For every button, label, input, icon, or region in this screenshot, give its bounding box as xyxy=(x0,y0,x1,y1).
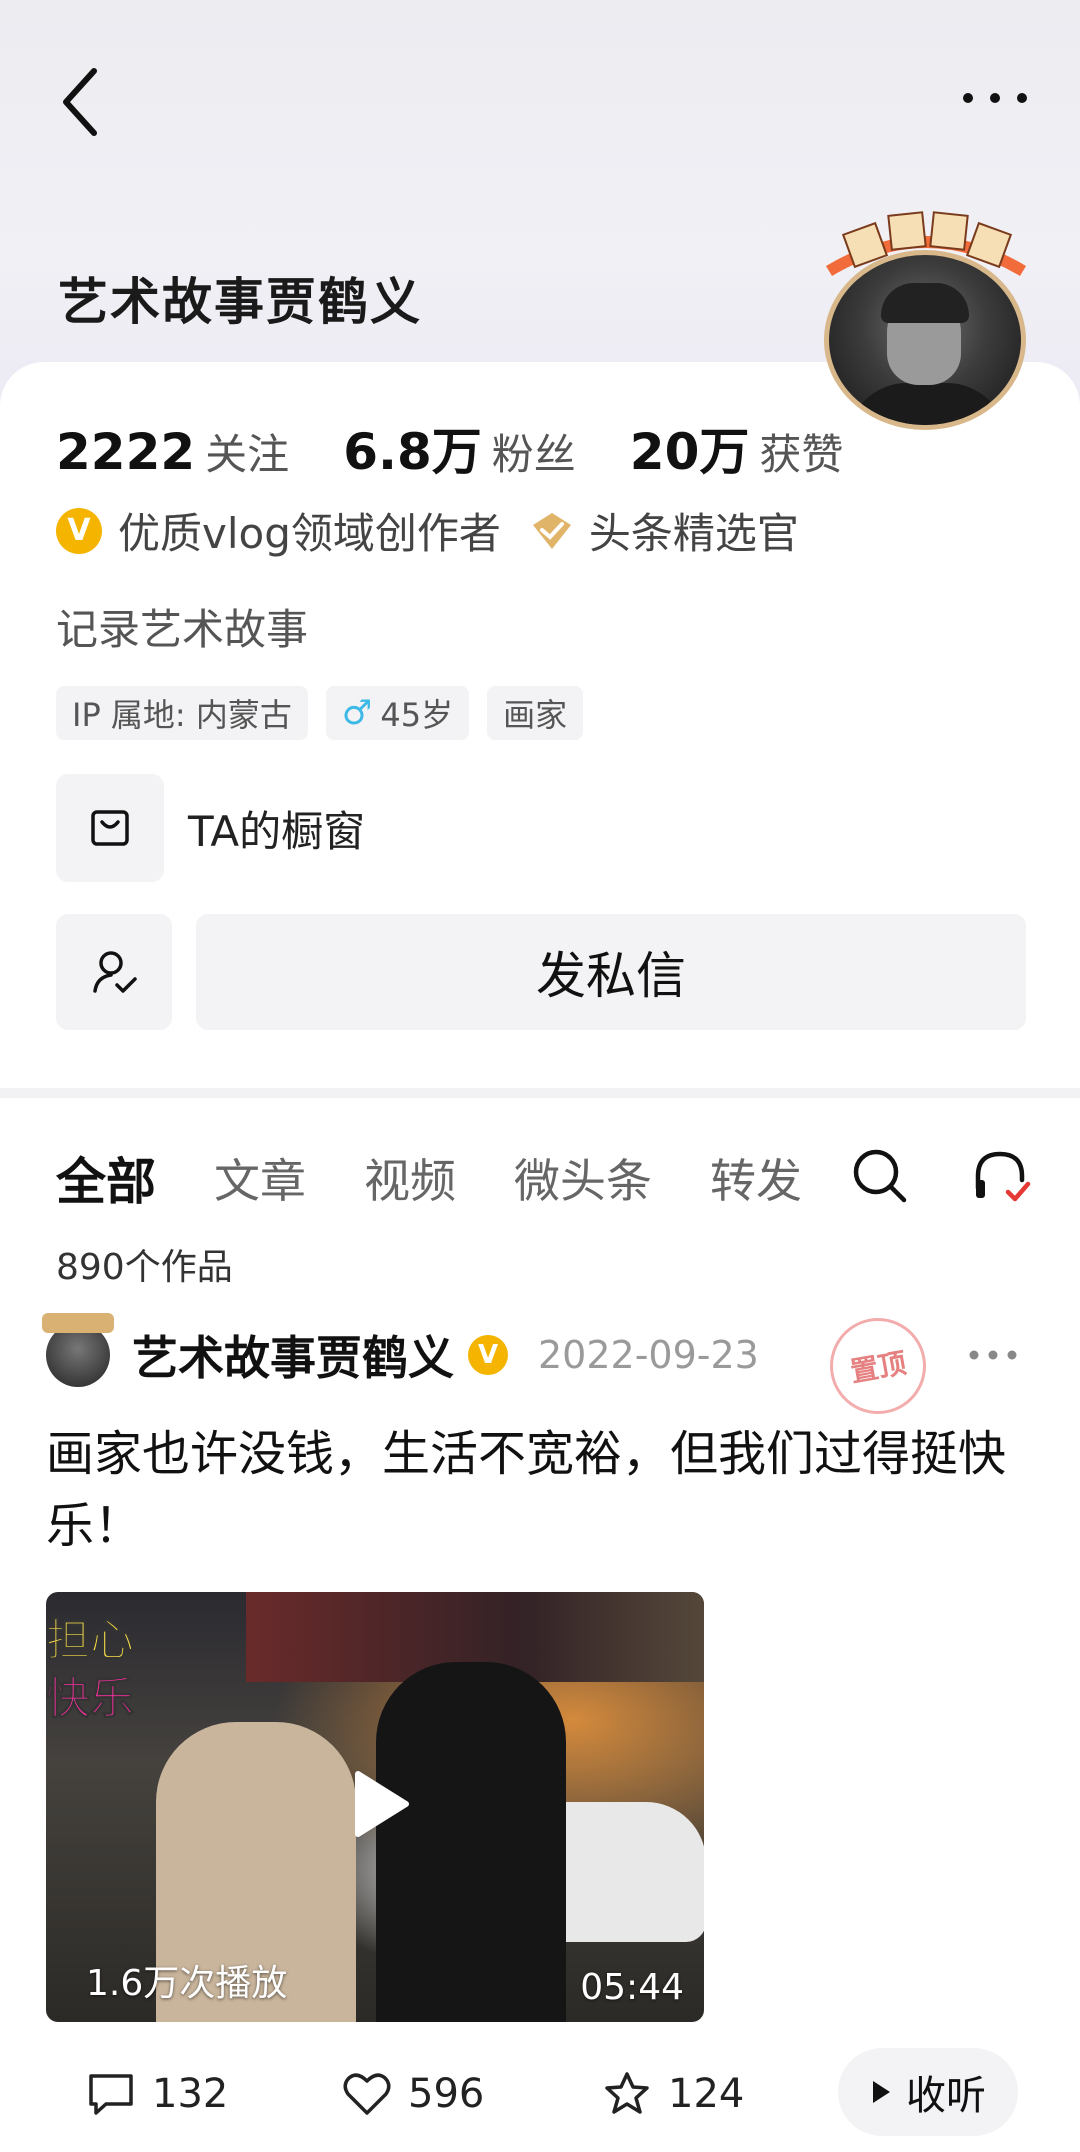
age-text: 45岁 xyxy=(380,696,454,734)
caption-line-1: 担心 xyxy=(46,1615,135,1667)
tab-videos[interactable]: 视频 xyxy=(364,1145,456,1211)
action-row: 发私信 xyxy=(56,914,1026,1030)
more-dots-icon xyxy=(969,1350,1017,1360)
more-options-button[interactable] xyxy=(950,78,1040,118)
age-chip: ♂ 45岁 xyxy=(325,686,470,740)
works-count: 890个作品 xyxy=(56,1247,233,1288)
video-play-count: 1.6万次播放 xyxy=(86,1963,288,2004)
info-chips: IP 属地: 内蒙古 ♂ 45岁 画家 xyxy=(56,686,584,740)
like-count: 596 xyxy=(408,2071,485,2117)
content-tabs: 全部 文章 视频 微头条 转发 xyxy=(56,1142,860,1214)
comment-count: 132 xyxy=(152,2071,229,2117)
shop-window-entry[interactable]: TA的橱窗 xyxy=(56,774,365,882)
chevron-left-icon xyxy=(63,68,97,136)
ip-location-chip: IP 属地: 内蒙古 xyxy=(56,686,308,740)
stat-likes[interactable]: 20万 获赞 xyxy=(630,412,844,484)
post-author-avatar[interactable] xyxy=(42,1313,114,1387)
stat-following[interactable]: 2222 关注 xyxy=(56,421,289,482)
video-caption: 担心 快乐 xyxy=(46,1612,135,1728)
shop-label: TA的橱窗 xyxy=(188,806,366,856)
shopping-bag-icon xyxy=(91,810,129,846)
stat-number: 6.8万 xyxy=(343,423,482,481)
more-dots-icon xyxy=(963,93,1027,103)
selector-badge-icon xyxy=(529,511,575,551)
back-button[interactable] xyxy=(52,62,108,142)
shop-icon-box xyxy=(56,774,164,882)
tab-articles[interactable]: 文章 xyxy=(214,1145,306,1211)
post-date: 2022-09-23 xyxy=(538,1333,759,1377)
stat-label: 关注 xyxy=(205,430,290,479)
search-icon xyxy=(853,1149,907,1203)
avatar-frame xyxy=(824,250,1026,430)
section-divider xyxy=(0,1088,1080,1098)
verified-v-icon: V xyxy=(468,1335,508,1375)
favorite-button[interactable]: 124 xyxy=(602,2070,744,2118)
stat-followers[interactable]: 6.8万 粉丝 xyxy=(343,412,576,484)
bio: 记录艺术故事 xyxy=(56,605,309,654)
tab-all[interactable]: 全部 xyxy=(56,1142,156,1214)
creator-certification: 优质vlog领域创作者 xyxy=(118,509,501,558)
video-duration: 05:44 xyxy=(580,1967,684,2008)
listen-label: 收听 xyxy=(906,2073,986,2119)
certification-row[interactable]: V 优质vlog领域创作者 头条精选官 xyxy=(56,500,799,561)
follow-status-button[interactable] xyxy=(56,914,172,1030)
user-check-icon xyxy=(93,951,137,993)
stat-number: 20万 xyxy=(629,423,750,481)
post-author-name[interactable]: 艺术故事贾鹤义 xyxy=(132,1322,454,1388)
play-small-icon xyxy=(873,2081,890,2103)
avatar-image xyxy=(829,255,1021,425)
stat-number: 2222 xyxy=(56,423,196,481)
star-icon xyxy=(605,2072,649,2114)
selector-certification: 头条精选官 xyxy=(588,509,799,558)
stats-row: 2222 关注 6.8万 粉丝 20万 获赞 xyxy=(56,412,897,484)
headphones-icon xyxy=(975,1151,1031,1202)
male-icon: ♂ xyxy=(341,693,373,733)
favorite-count: 124 xyxy=(668,2071,745,2117)
video-thumbnail[interactable]: 担心 快乐 1.6万次播放 05:44 xyxy=(46,1592,704,2022)
occupation-chip: 画家 xyxy=(487,686,584,740)
send-message-button[interactable]: 发私信 xyxy=(196,914,1026,1030)
comment-icon xyxy=(89,2074,133,2115)
post-actions: 132 596 124 收听 xyxy=(86,2048,1046,2136)
tab-reposts[interactable]: 转发 xyxy=(710,1145,802,1211)
play-icon[interactable] xyxy=(336,1764,416,1844)
verified-v-icon: V xyxy=(56,507,102,554)
profile-name: 艺术故事贾鹤义 xyxy=(58,273,422,331)
listen-mode-button[interactable] xyxy=(970,1146,1034,1210)
stat-label: 获赞 xyxy=(759,430,844,479)
avatar[interactable] xyxy=(820,206,1032,430)
like-button[interactable]: 596 xyxy=(342,2071,484,2117)
listen-button[interactable]: 收听 xyxy=(838,2048,1018,2136)
search-button[interactable] xyxy=(850,1146,910,1210)
heart-icon xyxy=(343,2073,391,2115)
caption-line-2: 快乐 xyxy=(46,1673,135,1725)
tab-micro-posts[interactable]: 微头条 xyxy=(514,1145,652,1211)
post-text[interactable]: 画家也许没钱，生活不宽裕，但我们过得挺快乐！ xyxy=(46,1418,1036,1562)
post-more-button[interactable] xyxy=(968,1346,1028,1370)
comment-button[interactable]: 132 xyxy=(86,2070,228,2118)
stat-label: 粉丝 xyxy=(491,430,576,479)
